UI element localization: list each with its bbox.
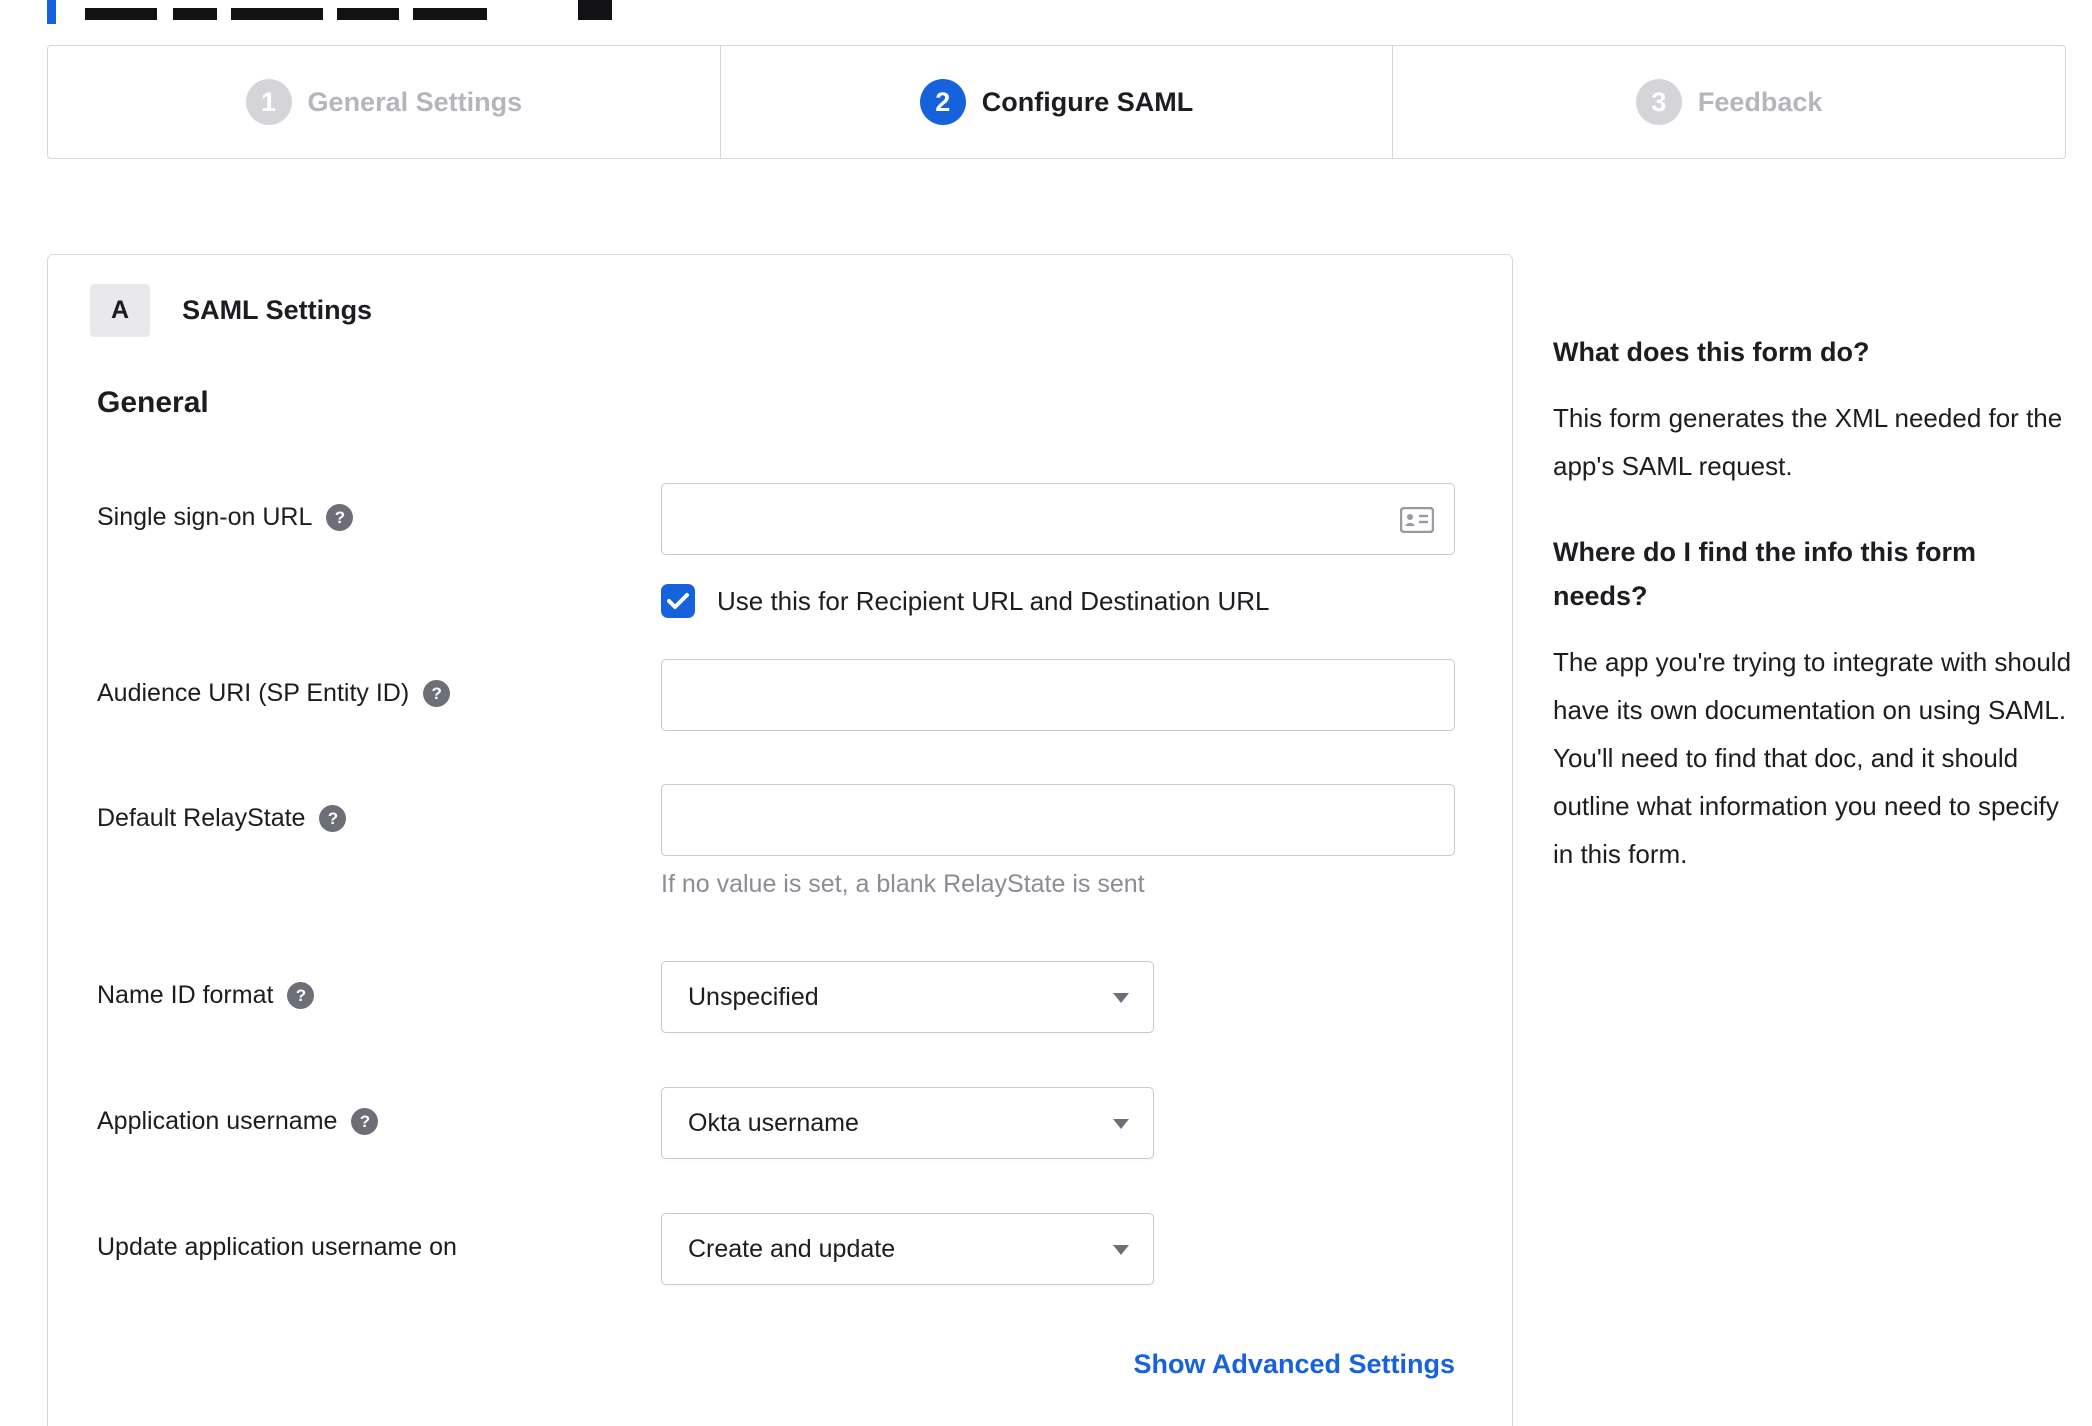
step-number-badge: 1 <box>245 79 292 125</box>
help-answer-1: This form generates the XML needed for t… <box>1553 403 2063 481</box>
step-number-badge: 2 <box>919 79 966 125</box>
title-glyph-fragment <box>337 8 399 20</box>
audience-uri-input[interactable] <box>662 660 1454 730</box>
section-badge: A <box>90 284 151 337</box>
step-label: General Settings <box>307 86 523 117</box>
sso-recipient-checkbox-row: Use this for Recipient URL and Destinati… <box>661 581 1512 621</box>
step-label: Configure SAML <box>981 86 1194 117</box>
check-icon <box>667 593 689 609</box>
group-title: General <box>97 386 209 419</box>
help-icon[interactable]: ? <box>319 805 347 832</box>
recipient-url-checkbox-label[interactable]: Use this for Recipient URL and Destinati… <box>717 586 1270 617</box>
field-row-name-id-format: Name ID format ? Unspecified <box>97 961 1512 1033</box>
step-number-badge: 3 <box>1635 79 1682 125</box>
update-username-select[interactable]: Create and update <box>661 1213 1154 1285</box>
address-card-icon <box>1400 507 1434 533</box>
name-id-format-value: Unspecified <box>688 982 819 1011</box>
audience-uri-input-wrap <box>661 659 1455 731</box>
recipient-url-checkbox[interactable] <box>661 584 695 618</box>
field-row-audience-uri: Audience URI (SP Entity ID) ? <box>97 659 1512 731</box>
application-username-select[interactable]: Okta username <box>661 1087 1154 1159</box>
saml-settings-card: A SAML Settings General Single sign-on U… <box>47 254 1513 1426</box>
section-header: A SAML Settings <box>90 284 1512 337</box>
title-glyph-fragment <box>231 8 323 20</box>
field-row-application-username: Application username ? Okta username <box>97 1087 1512 1159</box>
name-id-format-label: Name ID format <box>97 981 274 1009</box>
help-icon[interactable]: ? <box>351 1108 379 1135</box>
title-glyph-fragment <box>173 8 217 20</box>
chevron-down-icon <box>1113 993 1129 1003</box>
help-sidebar: What does this form do? This form genera… <box>1553 330 2073 918</box>
application-username-value: Okta username <box>688 1108 859 1137</box>
relay-state-input[interactable] <box>662 785 1454 855</box>
title-glyph-fragment <box>413 8 487 20</box>
clipped-page-title-fragment <box>0 0 900 26</box>
help-icon[interactable]: ? <box>423 680 451 707</box>
help-icon[interactable]: ? <box>287 982 315 1009</box>
application-username-label: Application username <box>97 1107 338 1135</box>
update-username-value: Create and update <box>688 1234 896 1263</box>
cursor-bar <box>47 0 56 24</box>
update-username-label: Update application username on <box>97 1233 457 1261</box>
step-general-settings[interactable]: 1 General Settings <box>48 46 720 158</box>
step-label: Feedback <box>1697 86 1823 117</box>
show-advanced-settings-link[interactable]: Show Advanced Settings <box>1133 1349 1455 1379</box>
section-title: SAML Settings <box>182 295 373 325</box>
relay-state-input-wrap <box>661 784 1455 856</box>
help-icon[interactable]: ? <box>326 504 354 531</box>
title-glyph-fragment <box>578 0 612 20</box>
sso-url-label: Single sign-on URL <box>97 503 313 531</box>
help-answer-2: The app you're trying to integrate with … <box>1553 647 2072 869</box>
relay-state-helper-text: If no value is set, a blank RelayState i… <box>661 870 1145 898</box>
audience-uri-label: Audience URI (SP Entity ID) <box>97 679 410 707</box>
saml-wizard-page: 1 General Settings 2 Configure SAML 3 Fe… <box>0 0 2092 1426</box>
step-configure-saml[interactable]: 2 Configure SAML <box>719 46 1393 158</box>
chevron-down-icon <box>1113 1245 1129 1255</box>
sso-url-input[interactable] <box>662 484 1454 554</box>
help-question-1: What does this form do? <box>1553 337 1870 367</box>
advanced-settings-row: Show Advanced Settings <box>97 1349 1455 1380</box>
step-feedback[interactable]: 3 Feedback <box>1392 46 2065 158</box>
field-row-sso-url: Single sign-on URL ? Use this for Recipi… <box>97 483 1512 621</box>
field-row-relay-state: Default RelayState ? If no value is set,… <box>97 784 1512 904</box>
field-row-update-username: Update application username on Create an… <box>97 1213 1512 1285</box>
chevron-down-icon <box>1113 1119 1129 1129</box>
relay-state-label: Default RelayState <box>97 804 306 832</box>
sso-url-input-wrap <box>661 483 1455 555</box>
wizard-stepper: 1 General Settings 2 Configure SAML 3 Fe… <box>47 45 2066 159</box>
help-question-2: Where do I find the info this form needs… <box>1553 537 1976 611</box>
title-glyph-fragment <box>85 8 157 20</box>
name-id-format-select[interactable]: Unspecified <box>661 961 1154 1033</box>
